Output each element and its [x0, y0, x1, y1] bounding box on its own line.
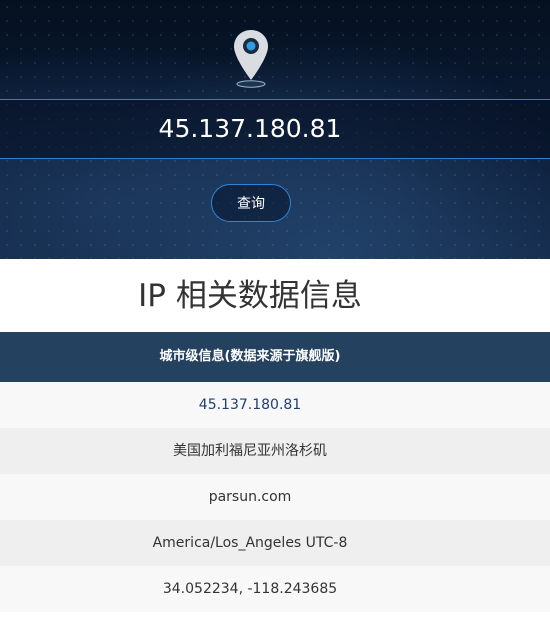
result-table: 城市级信息(数据来源于旗舰版) 45.137.180.81 美国加利福尼亚州洛杉… — [0, 332, 550, 612]
result-section-title: IP 相关数据信息 — [138, 278, 362, 314]
location-pin-icon — [234, 30, 268, 88]
query-button[interactable]: 查询 — [211, 184, 291, 222]
table-row-coordinates: 34.052234, -118.243685 — [0, 566, 550, 612]
table-header: 城市级信息(数据来源于旗舰版) — [0, 332, 550, 382]
ip-input-band — [0, 99, 550, 159]
table-row-ip: 45.137.180.81 — [0, 382, 550, 428]
table-row-isp: parsun.com — [0, 474, 550, 520]
search-hero: 查询 — [0, 0, 550, 259]
table-row-location: 美国加利福尼亚州洛杉矶 — [0, 428, 550, 474]
table-row-timezone: America/Los_Angeles UTC-8 — [0, 520, 550, 566]
ip-search-input[interactable] — [0, 100, 500, 158]
